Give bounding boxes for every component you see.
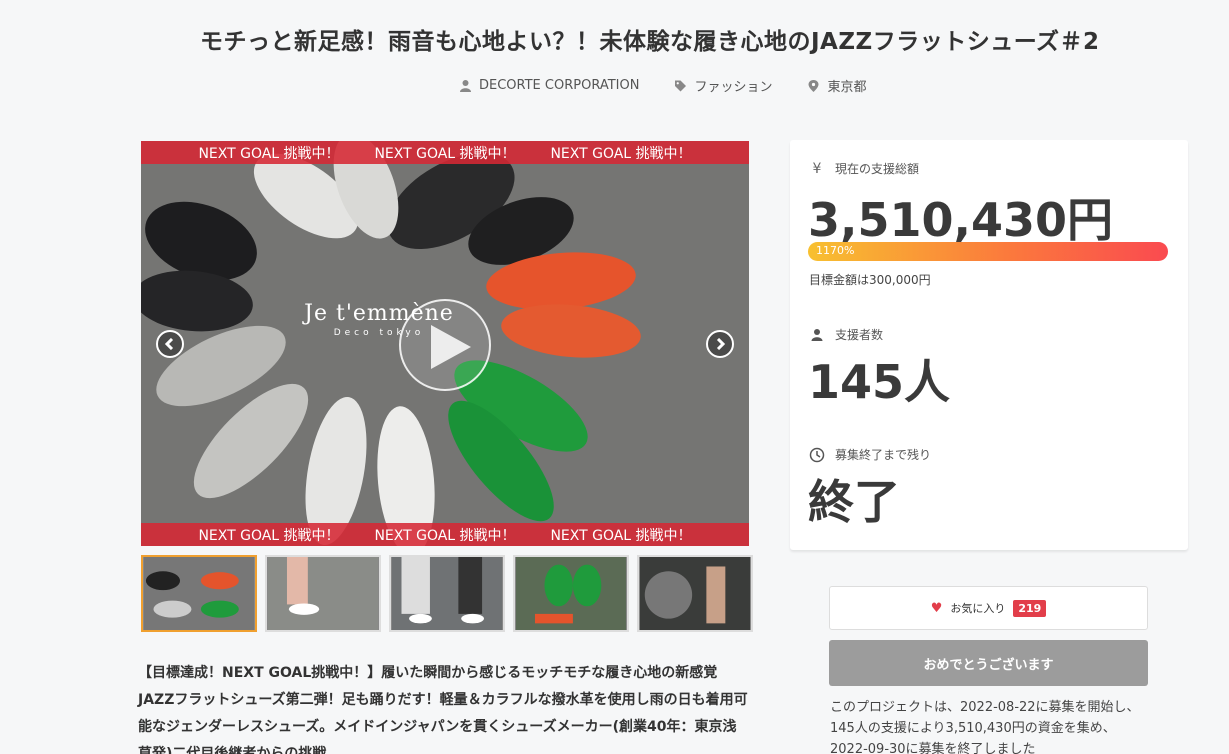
thumbnail-image [516,557,626,630]
project-summary: このプロジェクトは、2022-08-22に募集を開始し、145人の支援により3,… [830,700,1140,754]
carousel-next-button[interactable] [706,330,734,358]
thumbnail-image [640,557,750,630]
remaining-label: 募集終了まで残り [809,446,931,463]
next-goal-banner-top: NEXT GOAL 挑戦中！ NEXT GOAL 挑戦中！ NEXT GOAL … [141,141,749,164]
tag-icon [675,80,687,91]
carousel-prev-button[interactable] [156,330,184,358]
category-link[interactable]: ファッション [675,76,772,95]
owner-name: DECORTE CORPORATION [479,78,640,93]
owner-link[interactable]: DECORTE CORPORATION [460,76,639,95]
congrats-button[interactable]: おめでとうございます [829,640,1148,686]
thumbnail-image [268,557,378,630]
thumbnail-strip [141,555,753,632]
thumbnail-image [392,557,502,630]
remaining-value: 終了 [808,475,900,529]
next-goal-banner-bottom: NEXT GOAL 挑戦中！ NEXT GOAL 挑戦中！ NEXT GOAL … [141,523,749,546]
play-video-button[interactable] [399,299,491,391]
supporters-value: 145人 [808,355,951,409]
play-icon [431,325,471,369]
thumbnail-image [144,557,254,630]
total-amount-label: ¥ 現在の支援総額 [809,160,919,177]
thumbnail-2[interactable] [265,555,381,632]
location-name: 東京都 [827,80,867,95]
chevron-left-icon [164,338,174,350]
user-icon [460,79,471,92]
heart-icon: ♥ [930,600,943,616]
project-title: モチっと新足感！雨音も心地よい？！未体験な履き心地のJAZZフラットシューズ＃2 [200,29,1100,55]
project-meta: DECORTE CORPORATION ファッション 東京都 [460,76,866,95]
location-link[interactable]: 東京都 [808,76,866,95]
funding-stats-card: ¥ 現在の支援総額 3,510,430円 1170% 目標金額は300,000円… [790,140,1188,550]
yen-icon: ¥ [812,160,822,177]
chevron-right-icon [716,338,726,350]
thumbnail-3[interactable] [389,555,505,632]
project-description: 【目標達成！NEXT GOAL挑戦中！】履いた瞬間から感じるモッチモチな履き心地… [138,665,748,754]
map-pin-icon [808,79,819,92]
favorite-count: 219 [1013,599,1047,617]
funding-progress-bar: 1170% [808,242,1168,261]
supporters-label: 支援者数 [809,326,883,343]
favorite-label: お気に入り [950,602,1006,615]
thumbnail-5[interactable] [637,555,753,632]
progress-percent: 1170% [816,244,855,257]
category-name: ファッション [694,80,773,95]
goal-amount: 目標金額は300,000円 [809,273,931,287]
thumbnail-4[interactable] [513,555,629,632]
thumbnail-1[interactable] [141,555,257,632]
main-image-carousel[interactable]: NEXT GOAL 挑戦中！ NEXT GOAL 挑戦中！ NEXT GOAL … [141,141,749,546]
user-icon [811,328,823,341]
total-amount-value: 3,510,430円 [808,193,1113,247]
clock-icon [809,447,825,462]
favorite-button[interactable]: ♥ お気に入り 219 [829,586,1148,630]
